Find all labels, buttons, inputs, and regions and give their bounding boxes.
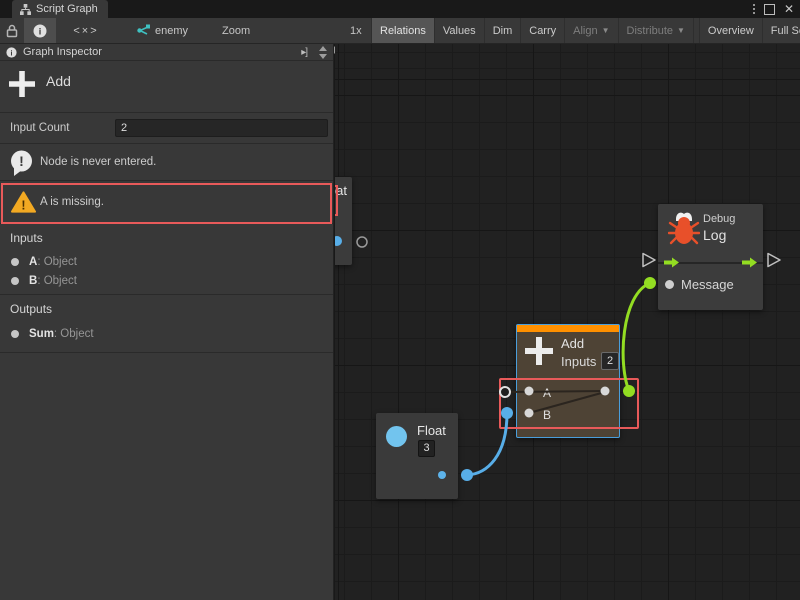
dim-button[interactable]: Dim bbox=[484, 18, 521, 43]
inspector-header: i Graph Inspector ▸] bbox=[0, 44, 333, 61]
zoom-value: 1x bbox=[350, 25, 362, 37]
values-button[interactable]: Values bbox=[434, 18, 484, 43]
add-unit-icon bbox=[525, 337, 553, 365]
distribute-dropdown[interactable]: Distribute▼ bbox=[618, 18, 693, 43]
node-subtitle: Log bbox=[703, 227, 726, 243]
graph-inspector-panel: i Graph Inspector ▸] Add Input Count 2 !… bbox=[0, 44, 334, 600]
graph-breadcrumb[interactable]: enemy bbox=[136, 18, 188, 43]
close-icon[interactable]: ✕ bbox=[784, 3, 794, 15]
info-message-row: ! Node is never entered. bbox=[0, 144, 333, 181]
script-graph-window: Script Graph ✕ i <×> enemy Zoom 1x Relat… bbox=[0, 0, 800, 600]
control-out-triangle[interactable] bbox=[768, 254, 780, 267]
svg-text:!: ! bbox=[21, 199, 25, 213]
graph-canvas[interactable]: Float Float 3 Add Inputs 2 A B bbox=[335, 44, 800, 600]
inspector-toggle-button[interactable]: i bbox=[24, 18, 56, 43]
port-dot-icon bbox=[11, 330, 19, 338]
node-float[interactable]: Float 3 bbox=[376, 413, 458, 499]
outputs-title: Outputs bbox=[10, 302, 52, 316]
input-count-label: Input Count bbox=[10, 122, 69, 134]
align-dropdown[interactable]: Align▼ bbox=[564, 18, 617, 43]
tab-bar: Script Graph ✕ bbox=[0, 0, 800, 18]
message-port-label: Message bbox=[681, 277, 734, 292]
error-highlight-ports bbox=[499, 378, 639, 429]
graph-name: enemy bbox=[155, 25, 188, 37]
full-screen-button[interactable]: Full Screen bbox=[762, 18, 800, 43]
tab-title: Script Graph bbox=[36, 3, 98, 15]
inspector-node-title: Add bbox=[46, 73, 71, 89]
svg-text:!: ! bbox=[19, 153, 24, 169]
panel-scroll-arrows[interactable] bbox=[319, 46, 327, 59]
warning-icon: ! bbox=[11, 191, 36, 213]
svg-text:i: i bbox=[11, 50, 13, 57]
control-connection[interactable] bbox=[623, 283, 650, 391]
outputs-section: Outputs Sum: Object bbox=[0, 295, 333, 353]
control-in-triangle[interactable] bbox=[643, 254, 655, 267]
node-subtitle: Inputs bbox=[561, 354, 596, 369]
code-icon: <×> bbox=[73, 25, 98, 37]
port-dot-icon bbox=[11, 277, 19, 285]
node-title: Float bbox=[417, 423, 446, 438]
inputs-section: Inputs A: Object B: Object bbox=[0, 224, 333, 295]
value-output-port[interactable] bbox=[438, 471, 446, 479]
input-count-badge: 2 bbox=[601, 352, 619, 370]
message-port-icon[interactable] bbox=[665, 280, 674, 289]
info-icon: i bbox=[6, 47, 17, 58]
connections-overlay bbox=[335, 44, 800, 600]
info-message-text: Node is never entered. bbox=[40, 156, 156, 168]
selection-accent-strip bbox=[517, 325, 619, 332]
bug-icon bbox=[668, 210, 700, 246]
info-icon: i bbox=[33, 24, 47, 38]
dock-icon[interactable]: ▸] bbox=[301, 47, 307, 58]
inspector-node-section: Add bbox=[0, 61, 333, 113]
control-input-arrow-icon[interactable] bbox=[664, 257, 680, 268]
graph-asset-icon bbox=[136, 24, 150, 37]
port-dot-icon bbox=[11, 258, 19, 266]
control-output-arrow-icon[interactable] bbox=[742, 257, 758, 268]
node-title: Add bbox=[561, 336, 584, 351]
edit-script-button[interactable]: <×> bbox=[62, 18, 110, 43]
hollow-port-circle[interactable] bbox=[357, 237, 367, 247]
connection-endpoint[interactable] bbox=[461, 469, 473, 481]
warning-message-row: ! A is missing. bbox=[0, 181, 333, 224]
overview-button[interactable]: Overview bbox=[699, 18, 762, 43]
inputs-title: Inputs bbox=[10, 231, 43, 245]
carry-button[interactable]: Carry bbox=[520, 18, 564, 43]
inspector-title: Graph Inspector bbox=[23, 46, 102, 58]
float-value-field[interactable]: 3 bbox=[418, 440, 435, 457]
svg-text:i: i bbox=[39, 26, 42, 36]
input-b-row: B: Object bbox=[11, 275, 77, 287]
chevron-down-icon: ▼ bbox=[602, 26, 610, 35]
output-sum-row: Sum: Object bbox=[11, 328, 94, 340]
chevron-down-icon: ▼ bbox=[677, 26, 685, 35]
input-a-row: A: Object bbox=[11, 256, 77, 268]
error-highlight-partial bbox=[335, 185, 338, 216]
relations-button[interactable]: Relations bbox=[371, 18, 434, 43]
add-unit-icon bbox=[9, 71, 35, 97]
input-count-field[interactable]: 2 bbox=[115, 119, 328, 137]
lock-icon bbox=[6, 24, 18, 38]
warning-message-text: A is missing. bbox=[40, 196, 104, 208]
zoom-label: Zoom bbox=[222, 25, 250, 37]
graph-icon bbox=[20, 4, 31, 15]
node-title: Debug bbox=[703, 213, 735, 225]
float-type-icon bbox=[386, 426, 407, 447]
window-menu-icon[interactable] bbox=[753, 4, 755, 14]
lock-button[interactable] bbox=[0, 18, 24, 43]
connection-endpoint[interactable] bbox=[644, 277, 656, 289]
maximize-icon[interactable] bbox=[764, 4, 775, 15]
tab-script-graph[interactable]: Script Graph bbox=[12, 0, 108, 18]
node-debug-log[interactable]: Debug Log Message bbox=[658, 204, 763, 310]
graph-toolbar: i <×> enemy Zoom 1x Relations Values Dim… bbox=[0, 18, 800, 44]
speech-bubble-icon: ! bbox=[9, 150, 34, 177]
value-port-icon[interactable] bbox=[335, 236, 342, 246]
input-count-row: Input Count 2 bbox=[0, 113, 333, 144]
